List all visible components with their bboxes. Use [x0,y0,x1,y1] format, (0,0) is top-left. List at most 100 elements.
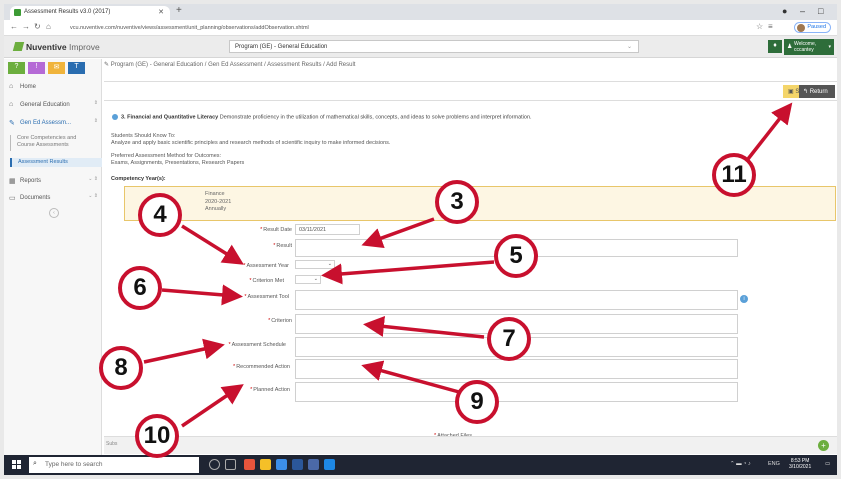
assessment-year-select[interactable]: ⌄ [295,260,335,269]
collapse-sidebar-icon[interactable]: ‹ [49,208,59,218]
user-menu-button[interactable]: ♟ Welcome, cccantey ▾ [784,39,834,55]
text-size-button[interactable]: T [68,62,85,74]
sidebar-item-gen-ed-assessment[interactable]: ✎ Gen Ed Assessm... ⇕ [4,117,102,130]
bottom-panel-label: Subs [106,441,118,447]
criterion-met-select[interactable]: ⌄ [295,275,321,284]
windows-start-icon[interactable] [12,460,22,470]
maximize-icon[interactable]: □ [818,6,823,16]
brand-suffix: Improve [66,42,100,52]
annotation-badge-4: 4 [138,193,182,237]
planned-action-field[interactable] [295,382,738,402]
competency-line: Annually [205,206,227,212]
chevron-down-icon[interactable]: ⌄ ⇕ [88,193,98,199]
competency-label: Competency Year(s): [111,176,166,182]
profile-status: Paused [807,24,826,30]
chevron-down-icon: ⌄ [313,276,318,282]
sidebar-item-documents[interactable]: ▭ Documents ⌄ ⇕ [4,192,102,205]
sidebar-item-reports[interactable]: ▦ Reports ⌄ ⇕ [4,175,102,188]
annotation-badge-5: 5 [494,234,538,278]
annotation-badge-6: 6 [118,266,162,310]
expand-icon[interactable]: ⇕ [94,118,98,124]
recommended-action-field[interactable] [295,359,738,379]
chevron-down-icon[interactable]: ⌄ ⇕ [88,176,98,182]
reports-icon: ▦ [9,178,16,185]
browser-tab[interactable]: Assessment Results v3.0 (2017) ✕ [10,6,170,20]
brand-name: Nuventive [26,42,67,52]
windows-taskbar: ⌕ Type here to search ⌃ ▬ ◔ ♪ ENG 8:53 P… [4,455,837,475]
assessment-year-label: *Assessment Year [243,263,289,269]
sidebar-subitem-assessment-results[interactable]: Assessment Results [10,158,102,167]
annotation-badge-11: 11 [712,153,756,197]
app-icon[interactable] [244,459,255,470]
return-label: Return [809,89,828,95]
info-icon[interactable]: i [740,295,748,303]
program-select[interactable]: Program (GE) - General Education ⌄ [229,40,639,53]
close-tab-icon[interactable]: ✕ [158,8,164,16]
assessment-schedule-label: *Assessment Schedule [228,342,286,348]
result-label: *Result [273,243,292,249]
search-placeholder: Type here to search [45,461,103,468]
url-text: vcu.nuventive.com/nuventive/views/assess… [70,25,309,31]
info-dot-icon [112,114,118,120]
expand-icon[interactable]: ⇕ [94,100,98,106]
sidebar-subitem-core-competencies[interactable]: Core Competencies and Course Assessments [10,135,102,151]
app-header: Nuventive Improve Program (GE) - General… [4,36,837,58]
outlook-icon[interactable] [324,459,335,470]
task-view-icon[interactable] [225,459,236,470]
favicon-icon [14,9,21,16]
cortana-icon[interactable] [209,459,220,470]
reload-icon[interactable]: ↻ [34,22,41,31]
return-button[interactable]: ↰ Return [799,85,835,98]
bookmark-star-icon[interactable]: ☆ [756,22,763,31]
notifications-icon[interactable]: ▭ [825,461,830,467]
subitem-line1: Core Competencies and [17,135,77,141]
result-date-label: *Result Date [260,227,292,233]
system-tray-icons[interactable]: ⌃ ▬ ◔ ♪ [730,461,751,467]
bottom-panel: Subs + [104,436,837,454]
help-button[interactable]: ? [8,62,25,74]
outcome-description: Demonstrate proficiency in the utilizati… [218,114,532,121]
alerts-button[interactable]: ! [28,62,45,74]
tab-title: Assessment Results v3.0 (2017) [24,9,111,15]
screenshot-frame: Assessment Results v3.0 (2017) ✕ + ● – □… [4,4,837,475]
chevron-down-icon: ⌄ [626,44,632,50]
annotation-badge-3: 3 [435,180,479,224]
profile-button[interactable]: Paused [794,22,831,33]
profile-dot-icon[interactable]: ● [782,6,787,16]
annotation-badge-10: 10 [135,414,179,458]
sidebar-item-home[interactable]: ⌂ Home [4,81,102,94]
action-toolbar: ▣ Save ▾ ↰ Return [104,81,837,101]
minimize-icon[interactable]: – [800,6,805,16]
forward-icon[interactable]: → [22,22,30,31]
home-nav-icon[interactable]: ⌂ [46,22,51,31]
sidebar-item-general-education[interactable]: ⌂ General Education ⇕ [4,99,102,112]
taskbar-clock[interactable]: 8:53 PM 3/10/2021 [789,458,811,470]
taskbar-search-field[interactable]: ⌕ Type here to search [29,457,199,473]
app-logo[interactable]: Nuventive Improve [26,42,100,52]
back-icon[interactable]: ← [10,22,18,31]
breadcrumb[interactable]: ✎ Program (GE) - General Education / Gen… [104,61,355,68]
outcome-heading: 3. Financial and Quantitative Literacy D… [112,114,812,120]
competency-line: 2020-2021 [205,198,232,205]
nuventive-logo-icon [12,42,25,51]
add-icon[interactable]: + [818,440,829,451]
chrome-icon[interactable] [260,459,271,470]
notification-bell-icon[interactable]: ♦ [768,40,782,53]
person-icon: ♟ [787,44,793,50]
app-icon-2[interactable] [308,459,319,470]
language-indicator[interactable]: ENG [768,461,780,467]
result-date-field[interactable]: 03/11/2021 [295,224,360,235]
subitem-line1: Assessment Results [18,159,68,165]
reading-list-icon[interactable]: ≡ [768,22,773,31]
sidebar-item-label: Documents [20,195,51,201]
folder-icon: ▭ [9,195,16,202]
return-icon: ↰ [803,89,810,95]
new-tab-button[interactable]: + [176,5,182,16]
file-explorer-icon[interactable] [276,459,287,470]
program-select-value: Program (GE) - General Education [235,44,328,50]
messages-button[interactable]: ✉ [48,62,65,74]
left-sidebar: ? ! ✉ T ⌂ Home ⌂ General Education ⇕ ✎ G… [4,59,102,455]
url-field[interactable]: vcu.nuventive.com/nuventive/views/assess… [62,23,682,34]
word-icon[interactable] [292,459,303,470]
assessment-tool-field[interactable] [295,290,738,310]
